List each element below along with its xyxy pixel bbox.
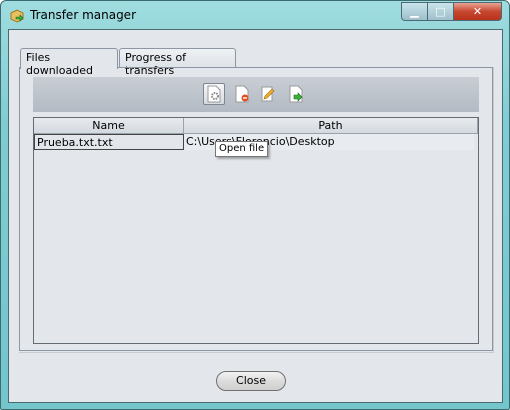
- open-file-gear-icon: [207, 85, 221, 103]
- move-file-button[interactable]: [285, 83, 307, 105]
- tab-progress-of-transfers[interactable]: Progress of transfers: [119, 48, 236, 77]
- client-area: Files downloaded Progress of transfers N…: [8, 29, 503, 403]
- maximize-button[interactable]: □: [428, 2, 454, 21]
- column-header-name[interactable]: Name: [34, 118, 184, 134]
- column-header-path[interactable]: Path: [184, 118, 478, 134]
- toolbar: [33, 77, 479, 112]
- delete-file-button[interactable]: [231, 83, 253, 105]
- delete-file-icon: [235, 85, 249, 103]
- edit-button[interactable]: [257, 83, 279, 105]
- tab-files-downloaded[interactable]: Files downloaded: [20, 48, 118, 77]
- open-file-button[interactable]: [203, 83, 225, 105]
- move-file-arrow-icon: [289, 85, 303, 103]
- close-button[interactable]: Close: [216, 371, 286, 391]
- cell-name[interactable]: Prueba.txt.txt: [34, 134, 184, 150]
- close-window-button[interactable]: ✕: [454, 2, 502, 21]
- window-title: Transfer manager: [30, 8, 137, 22]
- transfer-manager-window: Transfer manager ▁ □ ✕ Files downloaded …: [0, 0, 510, 410]
- minimize-button[interactable]: ▁: [401, 2, 428, 21]
- edit-pencil-icon: [261, 86, 275, 102]
- tooltip: Open file: [215, 141, 269, 157]
- package-arrow-icon: [10, 9, 24, 23]
